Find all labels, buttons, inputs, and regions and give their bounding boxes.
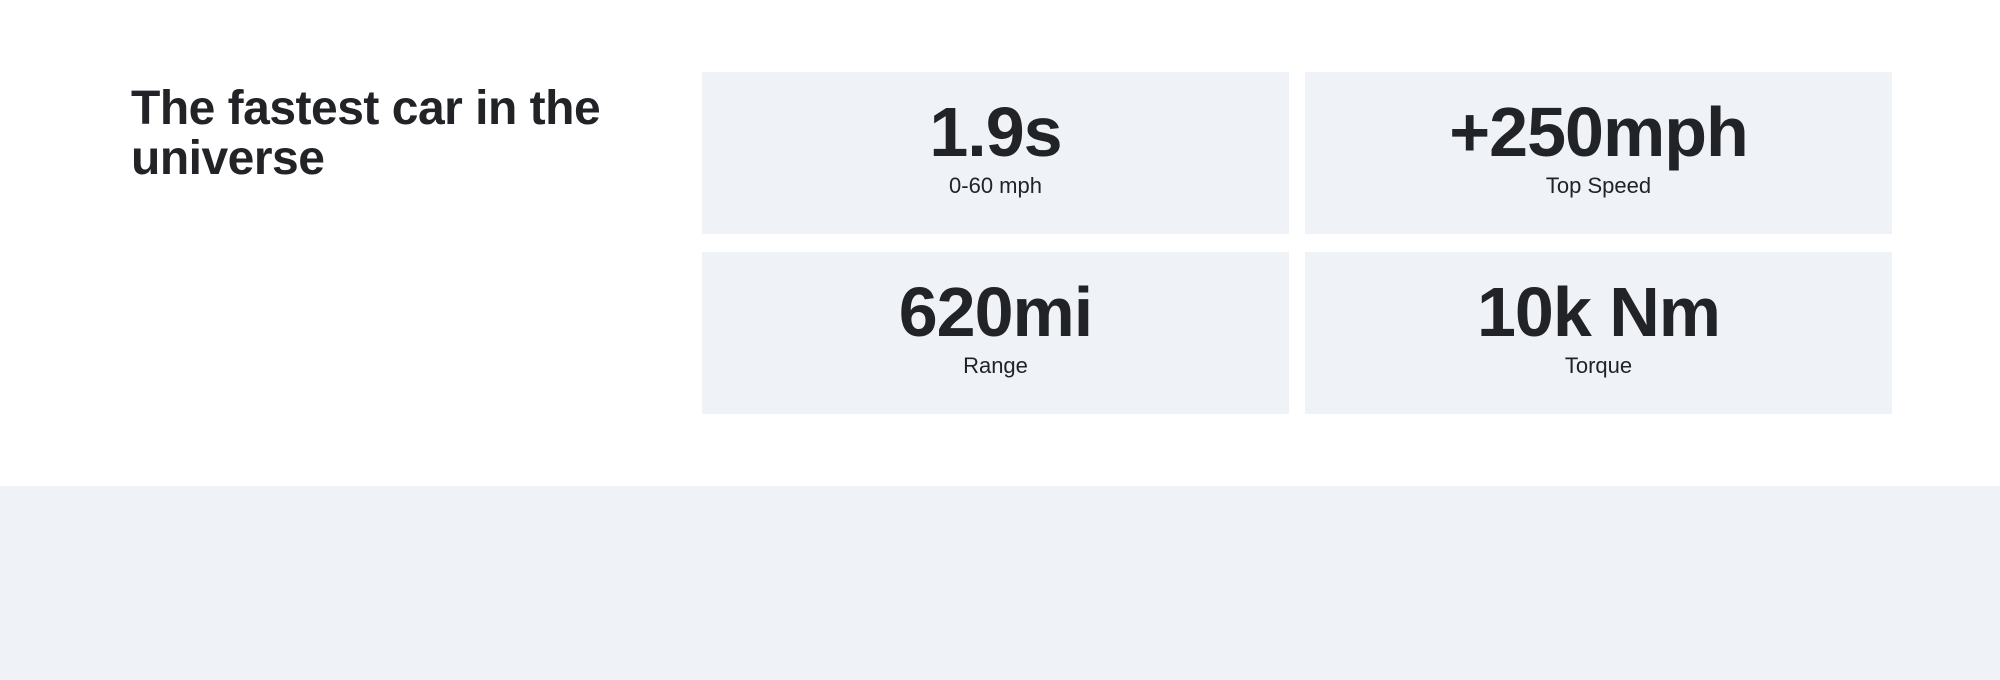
stat-value: 1.9s <box>929 93 1062 171</box>
stat-label: Torque <box>1564 353 1633 378</box>
section-headline: The fastest car in the universe <box>131 82 601 185</box>
stat-value: 10k Nm <box>1476 273 1721 351</box>
stat-label: 0-60 mph <box>949 173 1042 198</box>
stat-card-torque: 10k Nm Torque <box>1305 252 1892 414</box>
footer-band <box>0 486 2000 680</box>
stat-card-top-speed: +250mph Top Speed <box>1305 72 1892 234</box>
stat-card-range: 620mi Range <box>702 252 1289 414</box>
stat-label: Range <box>963 353 1028 378</box>
stat-label: Top Speed <box>1545 173 1652 198</box>
stats-section: The fastest car in the universe 1.9s 0-6… <box>0 0 2000 486</box>
stat-value: +250mph <box>1449 93 1748 171</box>
stat-value: 620mi <box>898 273 1093 351</box>
stat-card-acceleration: 1.9s 0-60 mph <box>702 72 1289 234</box>
